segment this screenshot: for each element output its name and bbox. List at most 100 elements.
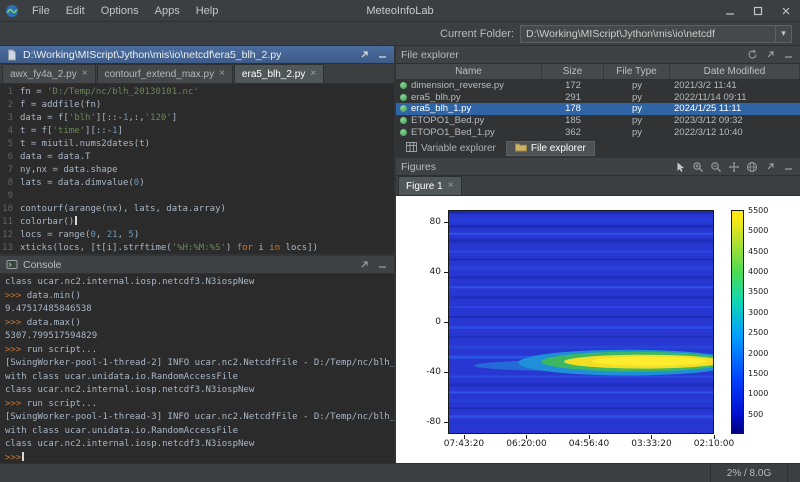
close-icon[interactable]: ×: [82, 69, 88, 79]
code-line: 3data = f['blh'][::-1,:,'120']: [0, 112, 394, 125]
tab-label: contourf_extend_max.py: [105, 69, 215, 80]
zoom-out-icon[interactable]: [709, 160, 723, 174]
pan-icon[interactable]: [727, 160, 741, 174]
dock-tab-label: File explorer: [531, 143, 586, 154]
menu-options[interactable]: Options: [93, 0, 147, 21]
py-file-icon: [400, 117, 407, 124]
table-row[interactable]: era5_blh.py291py2022/11/14 09:11: [396, 92, 800, 104]
maximize-button[interactable]: [744, 0, 772, 21]
console-line: >>> run script...: [5, 344, 394, 358]
menu-edit[interactable]: Edit: [58, 0, 93, 21]
full-extent-icon[interactable]: [745, 160, 759, 174]
menu-help[interactable]: Help: [188, 0, 227, 21]
plot-canvas[interactable]: 80400-40-8007:43:2006:20:0004:56:4003:33…: [396, 196, 800, 463]
editor-tab[interactable]: contourf_extend_max.py ×: [97, 64, 233, 83]
column-header-name[interactable]: Name: [396, 64, 542, 79]
file-type: py: [604, 103, 670, 114]
tick-mark: [444, 372, 448, 373]
float-panel-icon[interactable]: [763, 160, 777, 174]
code-line: 7ny,nx = data.shape: [0, 164, 394, 177]
zoom-in-icon[interactable]: [691, 160, 705, 174]
console-line: 5307.799517594829: [5, 330, 394, 344]
minimize-panel-icon[interactable]: [781, 48, 795, 62]
file-explorer-header: File explorer: [396, 46, 800, 64]
editor-tab[interactable]: era5_blh_2.py ×: [234, 64, 324, 83]
chevron-down-icon[interactable]: ▾: [775, 26, 791, 42]
x-tick-label: 06:20:00: [506, 439, 546, 449]
code-text: f = addfile(fn): [20, 99, 101, 112]
y-tick-label: 80: [396, 217, 441, 227]
table-row[interactable]: dimension_reverse.py172py2021/3/2 11:41: [396, 80, 800, 92]
file-name-cell: ETOPO1_Bed_1.py: [396, 127, 542, 138]
file-name: ETOPO1_Bed.py: [411, 115, 484, 126]
colorbar-tick-label: 500: [748, 410, 763, 419]
float-panel-icon[interactable]: [357, 48, 371, 62]
editor-tabbar: awx_fy4a_2.py×contourf_extend_max.py×era…: [0, 64, 394, 84]
close-icon[interactable]: ×: [219, 69, 225, 79]
code-editor[interactable]: 1fn = 'D:/Temp/nc/blh_20130101.nc'2f = a…: [0, 84, 394, 254]
current-folder-combo[interactable]: D:\Working\MIScript\Jython\mis\io\netcdf…: [520, 25, 792, 43]
editor-panel: D:\Working\MIScript\Jython\mis\io\netcdf…: [0, 46, 394, 254]
file-size: 291: [542, 92, 604, 103]
code-line: 10contourf(arange(nx), lats, data.array): [0, 203, 394, 216]
minimize-panel-icon[interactable]: [375, 48, 389, 62]
file-name: era5_blh_1.py: [411, 103, 471, 114]
line-number: 4: [0, 125, 20, 138]
console-output[interactable]: class ucar.nc2.internal.iosp.netcdf3.N3i…: [0, 274, 394, 463]
editor-tab[interactable]: awx_fy4a_2.py ×: [2, 64, 96, 83]
line-number: 7: [0, 164, 20, 177]
editor-title: D:\Working\MIScript\Jython\mis\io\netcdf…: [23, 49, 281, 61]
current-folder-value[interactable]: D:\Working\MIScript\Jython\mis\io\netcdf: [521, 28, 775, 40]
memory-usage: 2% / 8.0G: [710, 464, 788, 482]
colorbar-tick-label: 5000: [748, 226, 768, 235]
file-name: ETOPO1_Bed_1.py: [411, 127, 495, 138]
console-line: class ucar.nc2.internal.iosp.netcdf3.N3i…: [5, 384, 394, 398]
file-date: 2021/3/2 11:41: [670, 80, 800, 91]
file-date: 2024/1/25 11:11: [670, 103, 800, 114]
menu-apps[interactable]: Apps: [147, 0, 188, 21]
tab-label: awx_fy4a_2.py: [10, 69, 77, 80]
minimize-panel-icon[interactable]: [375, 258, 389, 272]
column-header-size[interactable]: Size: [542, 64, 604, 79]
menu-file[interactable]: File: [24, 0, 58, 21]
editor-panel-header: D:\Working\MIScript\Jython\mis\io\netcdf…: [0, 46, 394, 64]
close-icon[interactable]: ×: [448, 181, 454, 191]
dock-tabbar: Variable explorer File explorer: [396, 139, 800, 156]
file-type: py: [604, 92, 670, 103]
close-icon[interactable]: ×: [310, 69, 316, 79]
minimize-panel-icon[interactable]: [781, 160, 795, 174]
close-button[interactable]: [772, 0, 800, 21]
console-panel: Console class ucar.nc2.internal.iosp.net…: [0, 254, 394, 463]
figure-tab[interactable]: Figure 1 ×: [398, 176, 462, 195]
py-file-icon: [400, 94, 407, 101]
column-header-date-modified[interactable]: Date Modified: [670, 64, 800, 79]
heatmap-field: [449, 211, 713, 433]
table-row[interactable]: ETOPO1_Bed.py185py2023/3/12 09:32: [396, 115, 800, 127]
code-line: 8lats = data.dimvalue(0): [0, 177, 394, 190]
console-icon: [5, 258, 19, 272]
table-row[interactable]: ETOPO1_Bed_1.py362py2022/3/12 10:40: [396, 126, 800, 138]
tab-variable-explorer[interactable]: Variable explorer: [398, 141, 504, 156]
code-line: 12locs = range(0, 21, 5): [0, 229, 394, 242]
colorbar-tick-label: 4500: [748, 247, 768, 256]
float-panel-icon[interactable]: [357, 258, 371, 272]
column-header-file-type[interactable]: File Type: [604, 64, 670, 79]
text-caret: [22, 452, 24, 461]
colorbar-tick-label: 1000: [748, 389, 768, 398]
line-number: 2: [0, 99, 20, 112]
code-text: t = miutil.nums2dates(t): [20, 138, 150, 151]
py-file-icon: [400, 129, 407, 136]
float-panel-icon[interactable]: [763, 48, 777, 62]
code-text: contourf(arange(nx), lats, data.array): [20, 203, 226, 216]
table-row[interactable]: era5_blh_1.py178py2024/1/25 11:11: [396, 103, 800, 115]
file-name-cell: era5_blh.py: [396, 92, 542, 103]
file-size: 185: [542, 115, 604, 126]
select-arrow-icon[interactable]: [673, 160, 687, 174]
console-line: with class ucar.unidata.io.RandomAccessF…: [5, 371, 394, 385]
tick-mark: [444, 222, 448, 223]
minimize-button[interactable]: [716, 0, 744, 21]
file-size: 172: [542, 80, 604, 91]
tab-file-explorer[interactable]: File explorer: [506, 141, 595, 156]
refresh-icon[interactable]: [745, 48, 759, 62]
tab-label: era5_blh_2.py: [242, 69, 305, 80]
